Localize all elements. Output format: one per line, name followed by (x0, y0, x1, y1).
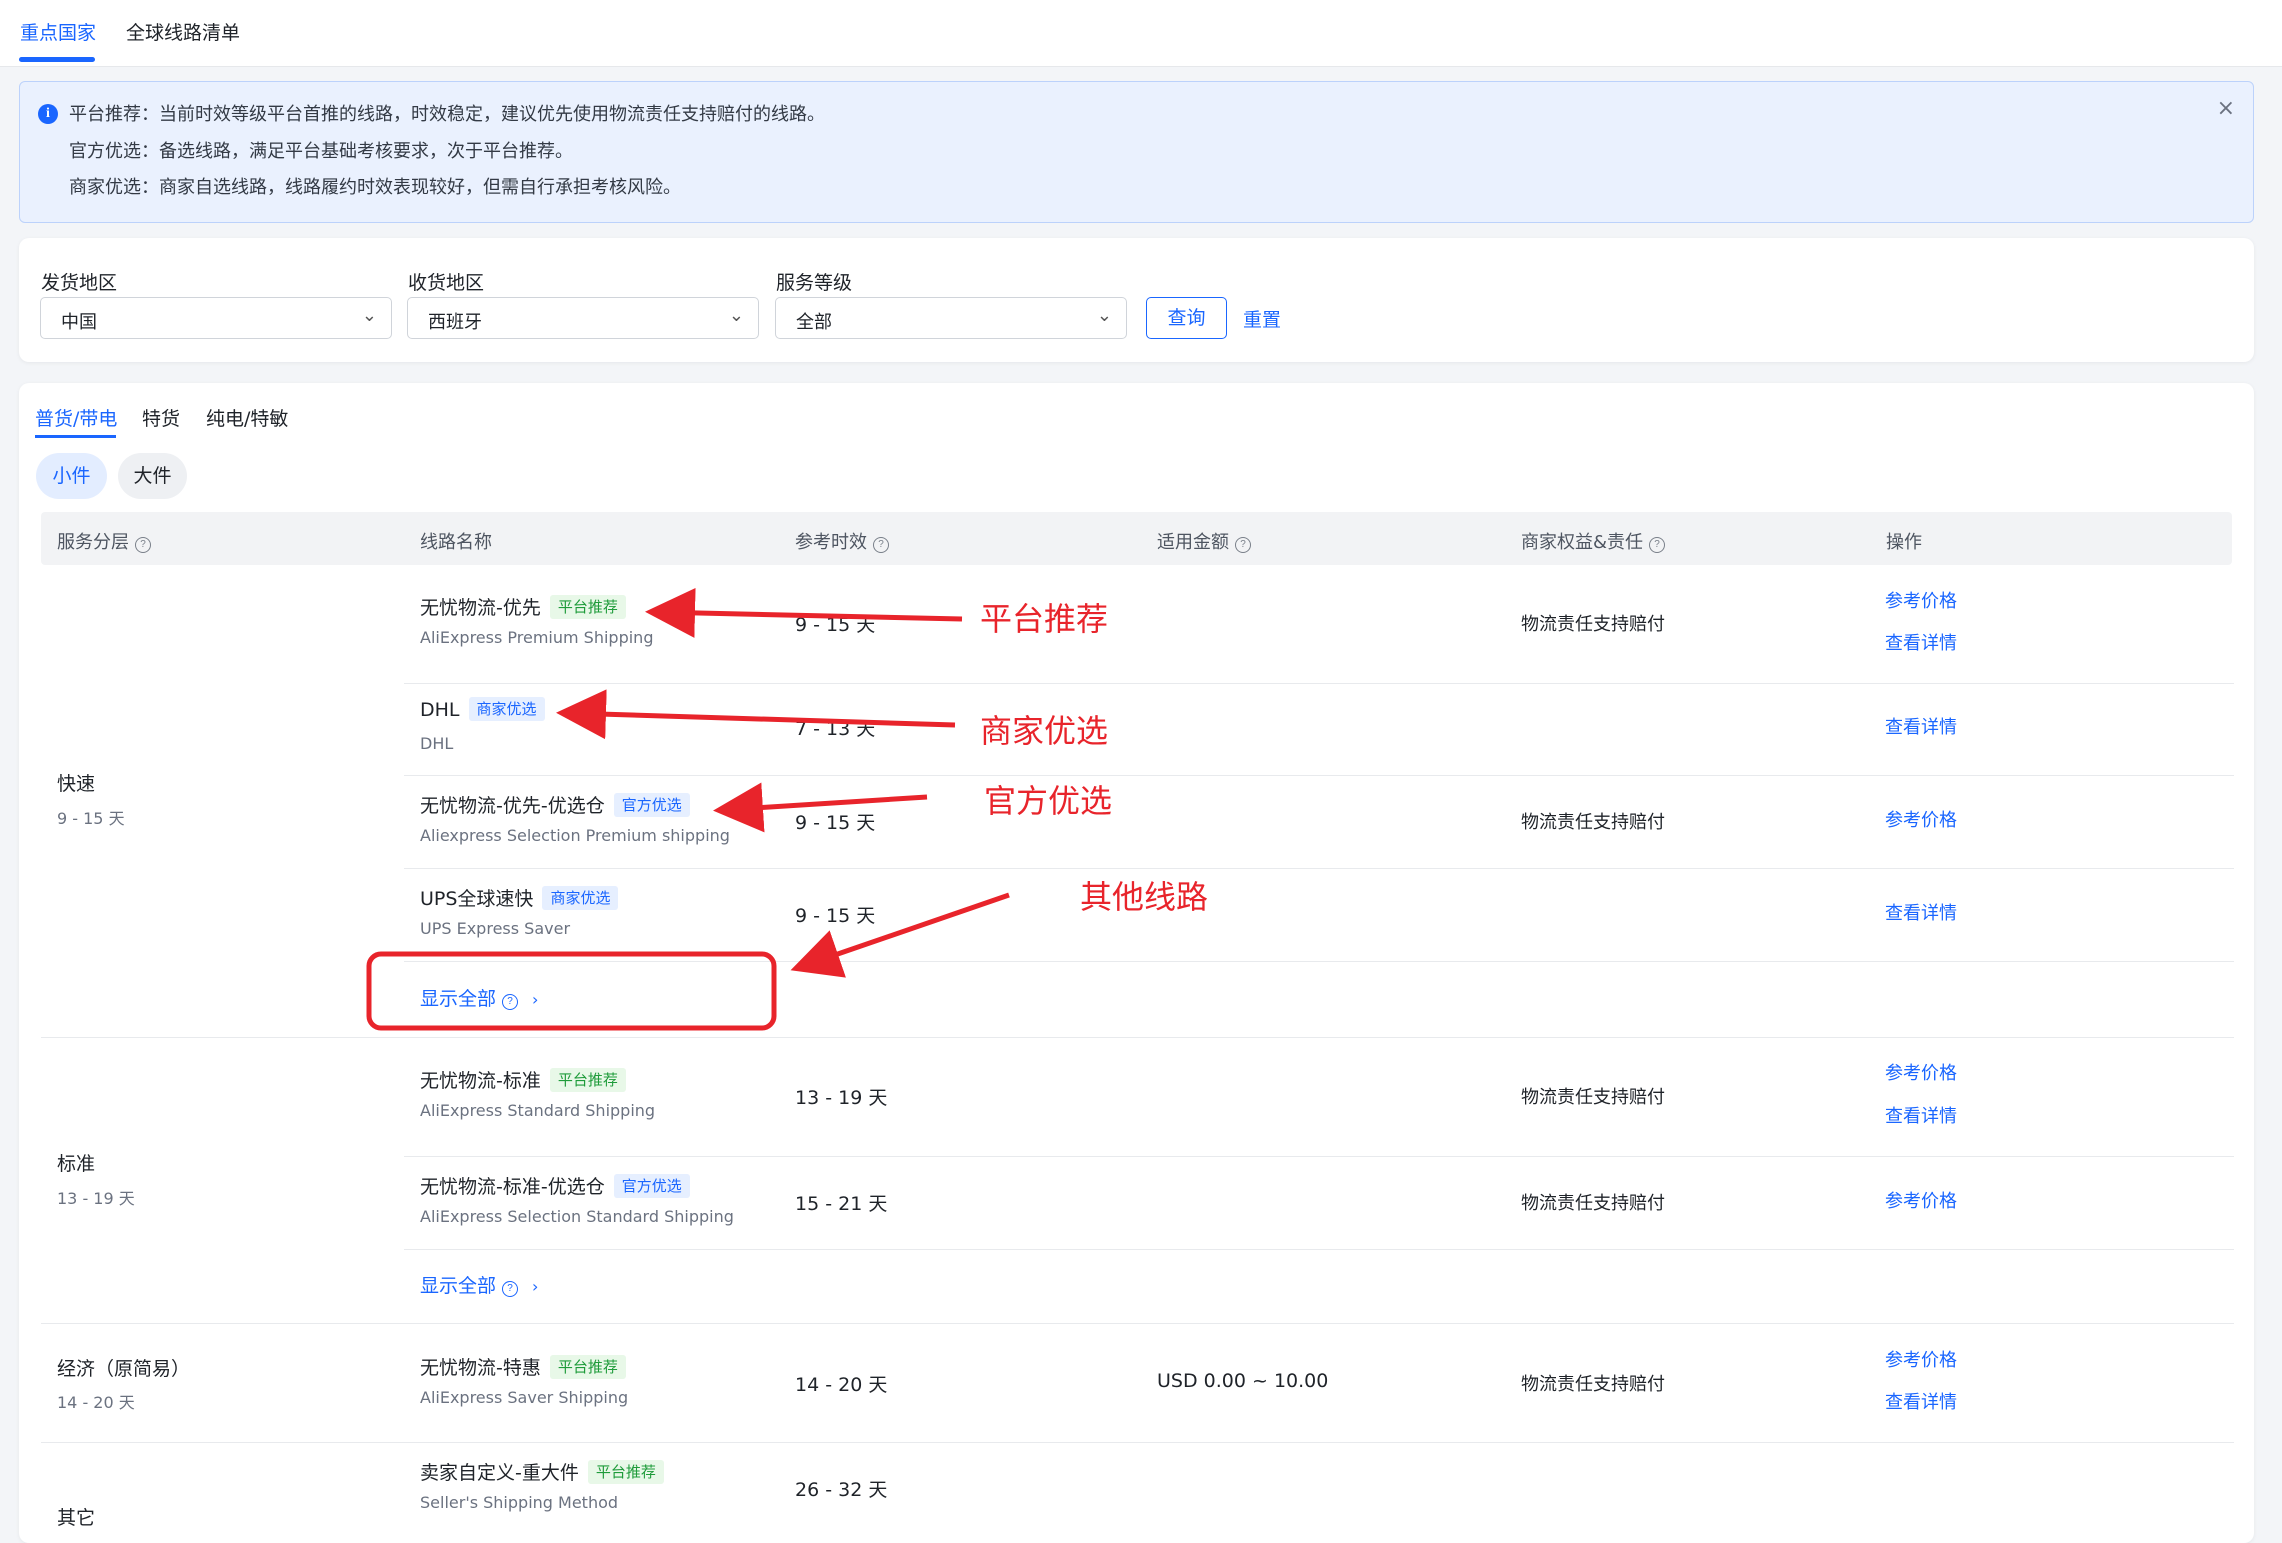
highlight-box (366, 951, 777, 1031)
annotation-other: 其他线路 (1080, 878, 1209, 916)
arrow-merchant (556, 689, 956, 740)
arrow-platform (645, 587, 963, 638)
annotation-official: 官方优选 (984, 782, 1113, 820)
annotation-platform: 平台推荐 (980, 600, 1109, 638)
annotation-overlay (366, 587, 1010, 1031)
annotation-merchant: 商家优选 (980, 712, 1109, 750)
arrow-official (713, 782, 928, 833)
arrow-other (790, 892, 1010, 978)
